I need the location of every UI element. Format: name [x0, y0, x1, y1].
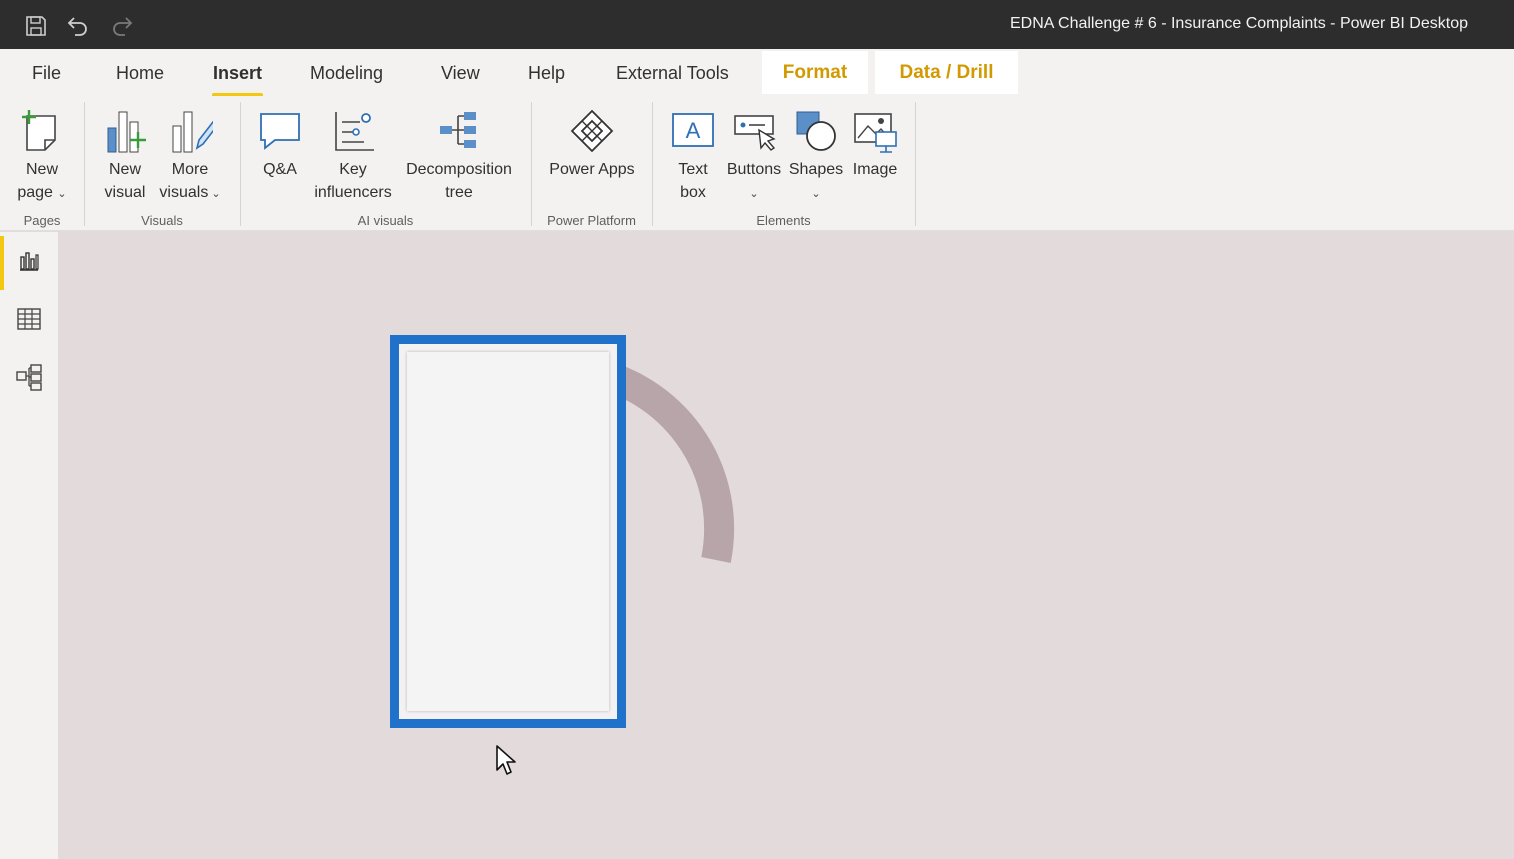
- window-title: EDNA Challenge # 6 - Insurance Complaint…: [1010, 15, 1468, 32]
- tab-external-tools[interactable]: External Tools: [616, 63, 729, 84]
- save-icon[interactable]: [22, 12, 50, 40]
- shapes-icon: [790, 102, 842, 154]
- tab-file[interactable]: File: [32, 63, 61, 84]
- power-apps-icon: [566, 102, 618, 154]
- svg-text:A: A: [686, 118, 701, 143]
- mouse-cursor-icon: [495, 744, 517, 781]
- model-view-icon[interactable]: [0, 350, 58, 404]
- tab-home[interactable]: Home: [116, 63, 164, 84]
- key-influencers-icon: [327, 102, 379, 154]
- chevron-down-icon: ⌄: [208, 188, 221, 200]
- decomposition-tree-icon: [433, 102, 485, 154]
- ribbon-separator: [915, 102, 916, 226]
- undo-icon[interactable]: [64, 12, 92, 40]
- group-label-pages: Pages: [23, 213, 61, 228]
- visual-placeholder: [407, 352, 609, 711]
- text-box-icon: A: [667, 102, 719, 154]
- tab-format[interactable]: Format: [762, 51, 868, 94]
- chevron-down-icon: ⌄: [749, 188, 759, 200]
- decomposition-tree-button[interactable]: Decomposition tree: [400, 102, 518, 204]
- chevron-down-icon: ⌄: [811, 188, 821, 200]
- group-label-visuals: Visuals: [141, 213, 183, 228]
- chevron-down-icon: ⌄: [57, 188, 67, 200]
- ribbon-separator: [240, 102, 241, 226]
- new-visual-icon: [99, 102, 151, 154]
- tab-modeling[interactable]: Modeling: [310, 63, 383, 84]
- ribbon-separator: [652, 102, 653, 226]
- ribbon-tabs: File Home Insert Modeling View Help Exte…: [0, 49, 1514, 97]
- ribbon-separator: [84, 102, 85, 226]
- view-switcher: [0, 232, 58, 859]
- group-label-elements: Elements: [756, 213, 811, 228]
- group-label-power-platform: Power Platform: [547, 213, 636, 228]
- group-label-ai-visuals: AI visuals: [357, 213, 414, 228]
- ribbon: New page ⌄ Pages New visual More visuals…: [0, 96, 1514, 231]
- shapes-button[interactable]: Shapes ⌄: [788, 102, 844, 206]
- redo-icon[interactable]: [108, 12, 136, 40]
- more-visuals-icon: [164, 102, 216, 154]
- report-view-icon[interactable]: [0, 234, 58, 290]
- new-page-button[interactable]: New page ⌄: [12, 102, 72, 206]
- more-visuals-button[interactable]: More visuals ⌄: [156, 102, 224, 206]
- tab-help[interactable]: Help: [528, 63, 565, 84]
- qa-icon: [254, 102, 306, 154]
- ribbon-separator: [531, 102, 532, 226]
- tab-view[interactable]: View: [441, 63, 480, 84]
- text-box-button[interactable]: A Text box: [666, 102, 720, 204]
- image-icon: [849, 102, 901, 154]
- buttons-icon: [728, 102, 780, 154]
- data-view-icon[interactable]: [0, 292, 58, 346]
- image-button[interactable]: Image: [848, 102, 902, 181]
- buttons-button[interactable]: Buttons ⌄: [724, 102, 784, 206]
- new-page-icon: [16, 102, 68, 154]
- power-apps-button[interactable]: Power Apps: [544, 102, 640, 181]
- title-bar: EDNA Challenge # 6 - Insurance Complaint…: [0, 0, 1514, 49]
- new-visual-button[interactable]: New visual: [98, 102, 152, 204]
- tab-insert[interactable]: Insert: [211, 63, 264, 97]
- key-influencers-button[interactable]: Key influencers: [310, 102, 396, 204]
- selected-visual[interactable]: [390, 335, 626, 728]
- tab-data-drill[interactable]: Data / Drill: [875, 51, 1018, 94]
- qa-button[interactable]: Q&A: [254, 102, 306, 181]
